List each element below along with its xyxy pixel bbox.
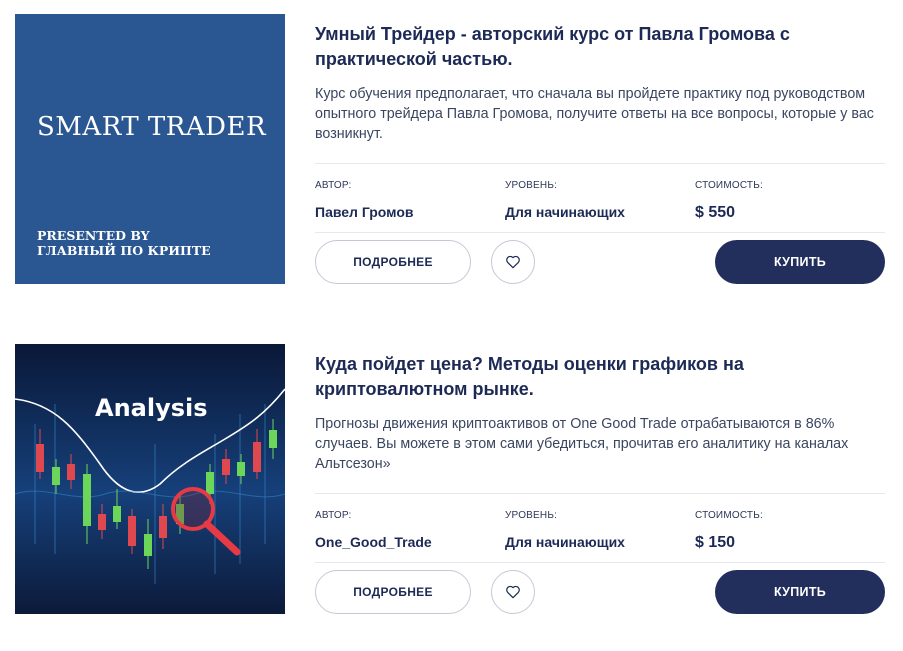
analysis-chart-illustration (15, 344, 285, 614)
price-value: $ 550 (695, 204, 736, 221)
course-image-smart-trader[interactable]: SMART TRADER PRESENTED BY ГЛАВНЫЙ ПО КРИ… (15, 14, 285, 284)
course-title[interactable]: Умный Трейдер - авторский курс от Павла … (315, 22, 875, 72)
favorite-button[interactable] (491, 240, 535, 284)
level-label: УРОВЕНЬ: (505, 180, 558, 191)
course-title[interactable]: Куда пойдет цена? Методы оценки графиков… (315, 352, 875, 402)
divider (315, 232, 885, 233)
author-value: Павел Громов (315, 204, 414, 220)
heart-icon (506, 255, 520, 269)
image-subtitle: PRESENTED BY ГЛАВНЫЙ ПО КРИПТЕ (37, 228, 211, 258)
level-value: Для начинающих (505, 204, 625, 220)
course-description: Прогнозы движения криптоактивов от One G… (315, 416, 849, 472)
heart-icon (506, 585, 520, 599)
course-description: Курс обучения предполагает, что сначала … (315, 86, 874, 142)
image-subtitle-line1: PRESENTED BY (37, 228, 150, 243)
favorite-button[interactable] (491, 570, 535, 614)
more-button[interactable]: ПОДРОБНЕЕ (315, 240, 471, 284)
course-card: Analysis Куда пойдет цена? Методы оценки… (15, 344, 885, 614)
image-title: SMART TRADER (37, 112, 267, 142)
course-info: Умный Трейдер - авторский курс от Павла … (315, 14, 885, 284)
author-label: АВТОР: (315, 510, 352, 521)
price-label: СТОИМОСТЬ: (695, 180, 763, 191)
image-subtitle-line2: ГЛАВНЫЙ ПО КРИПТЕ (37, 243, 211, 258)
buy-button[interactable]: КУПИТЬ (715, 570, 885, 614)
image-title: Analysis (95, 394, 208, 422)
divider (315, 493, 885, 494)
more-button[interactable]: ПОДРОБНЕЕ (315, 570, 471, 614)
course-card: SMART TRADER PRESENTED BY ГЛАВНЫЙ ПО КРИ… (15, 14, 885, 284)
level-value: Для начинающих (505, 534, 625, 550)
divider (315, 562, 885, 563)
author-value: One_Good_Trade (315, 534, 432, 550)
level-label: УРОВЕНЬ: (505, 510, 558, 521)
price-label: СТОИМОСТЬ: (695, 510, 763, 521)
course-image-analysis[interactable]: Analysis (15, 344, 285, 614)
divider (315, 163, 885, 164)
buy-button[interactable]: КУПИТЬ (715, 240, 885, 284)
price-value: $ 150 (695, 534, 736, 551)
course-info: Куда пойдет цена? Методы оценки графиков… (315, 344, 885, 614)
author-label: АВТОР: (315, 180, 352, 191)
